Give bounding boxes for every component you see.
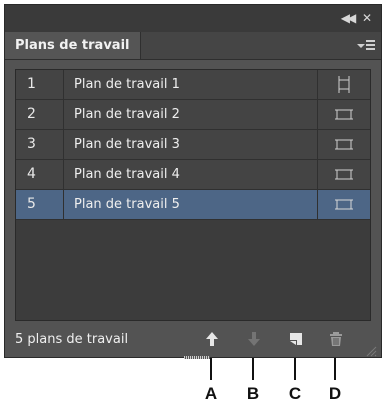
artboard-row[interactable]: 3 Plan de travail 3 [16,130,370,160]
tab-artboards[interactable]: Plans de travail [5,32,141,59]
artboard-options-icon[interactable] [318,130,370,159]
resize-grip-icon[interactable] [365,342,377,357]
artboard-name[interactable]: Plan de travail 4 [64,160,318,189]
artboard-row[interactable]: 4 Plan de travail 4 [16,160,370,190]
move-down-icon[interactable] [246,331,262,347]
artboard-count: 5 plans de travail [15,332,129,347]
new-artboard-icon[interactable] [288,331,304,347]
panel-titlebar: ◀◀ ✕ [5,5,381,32]
panel-footer: 5 plans de travail [5,323,381,357]
artboards-panel: ◀◀ ✕ Plans de travail 1 Plan de travail … [4,4,382,359]
callout-line [252,358,254,380]
artboard-options-icon[interactable] [318,160,370,189]
callout-line [210,358,212,380]
artboard-row-selected[interactable]: 5 Plan de travail 5 [16,190,370,220]
collapse-panel-icon[interactable]: ◀◀ [339,11,356,25]
artboard-number: 5 [16,190,64,219]
artboard-row[interactable]: 2 Plan de travail 2 [16,100,370,130]
artboard-name[interactable]: Plan de travail 3 [64,130,318,159]
callout-label-c: C [288,384,302,403]
panel-tab-row: Plans de travail [5,32,381,60]
callout-line [294,358,296,380]
callout-line [334,358,336,380]
artboard-name[interactable]: Plan de travail 5 [64,190,318,219]
artboard-name[interactable]: Plan de travail 2 [64,100,318,129]
close-panel-icon[interactable]: ✕ [359,11,375,25]
artboard-options-icon[interactable] [318,100,370,129]
artboard-options-icon[interactable] [318,190,370,219]
delete-icon[interactable] [328,331,344,347]
callout-label-a: A [204,384,218,403]
panel-menu-icon[interactable] [357,39,375,53]
artboard-options-icon[interactable] [318,70,370,99]
artboard-number: 2 [16,100,64,129]
artboard-name[interactable]: Plan de travail 1 [64,70,318,99]
artboard-row[interactable]: 1 Plan de travail 1 [16,70,370,100]
artboard-number: 4 [16,160,64,189]
artboard-number: 1 [16,70,64,99]
callout-label-d: D [328,384,342,403]
artboard-list: 1 Plan de travail 1 2 Plan de travail 2 [15,69,371,321]
callout-label-b: B [246,384,260,403]
artboard-number: 3 [16,130,64,159]
move-up-icon[interactable] [204,331,220,347]
panel-resize-handle[interactable] [184,356,210,359]
